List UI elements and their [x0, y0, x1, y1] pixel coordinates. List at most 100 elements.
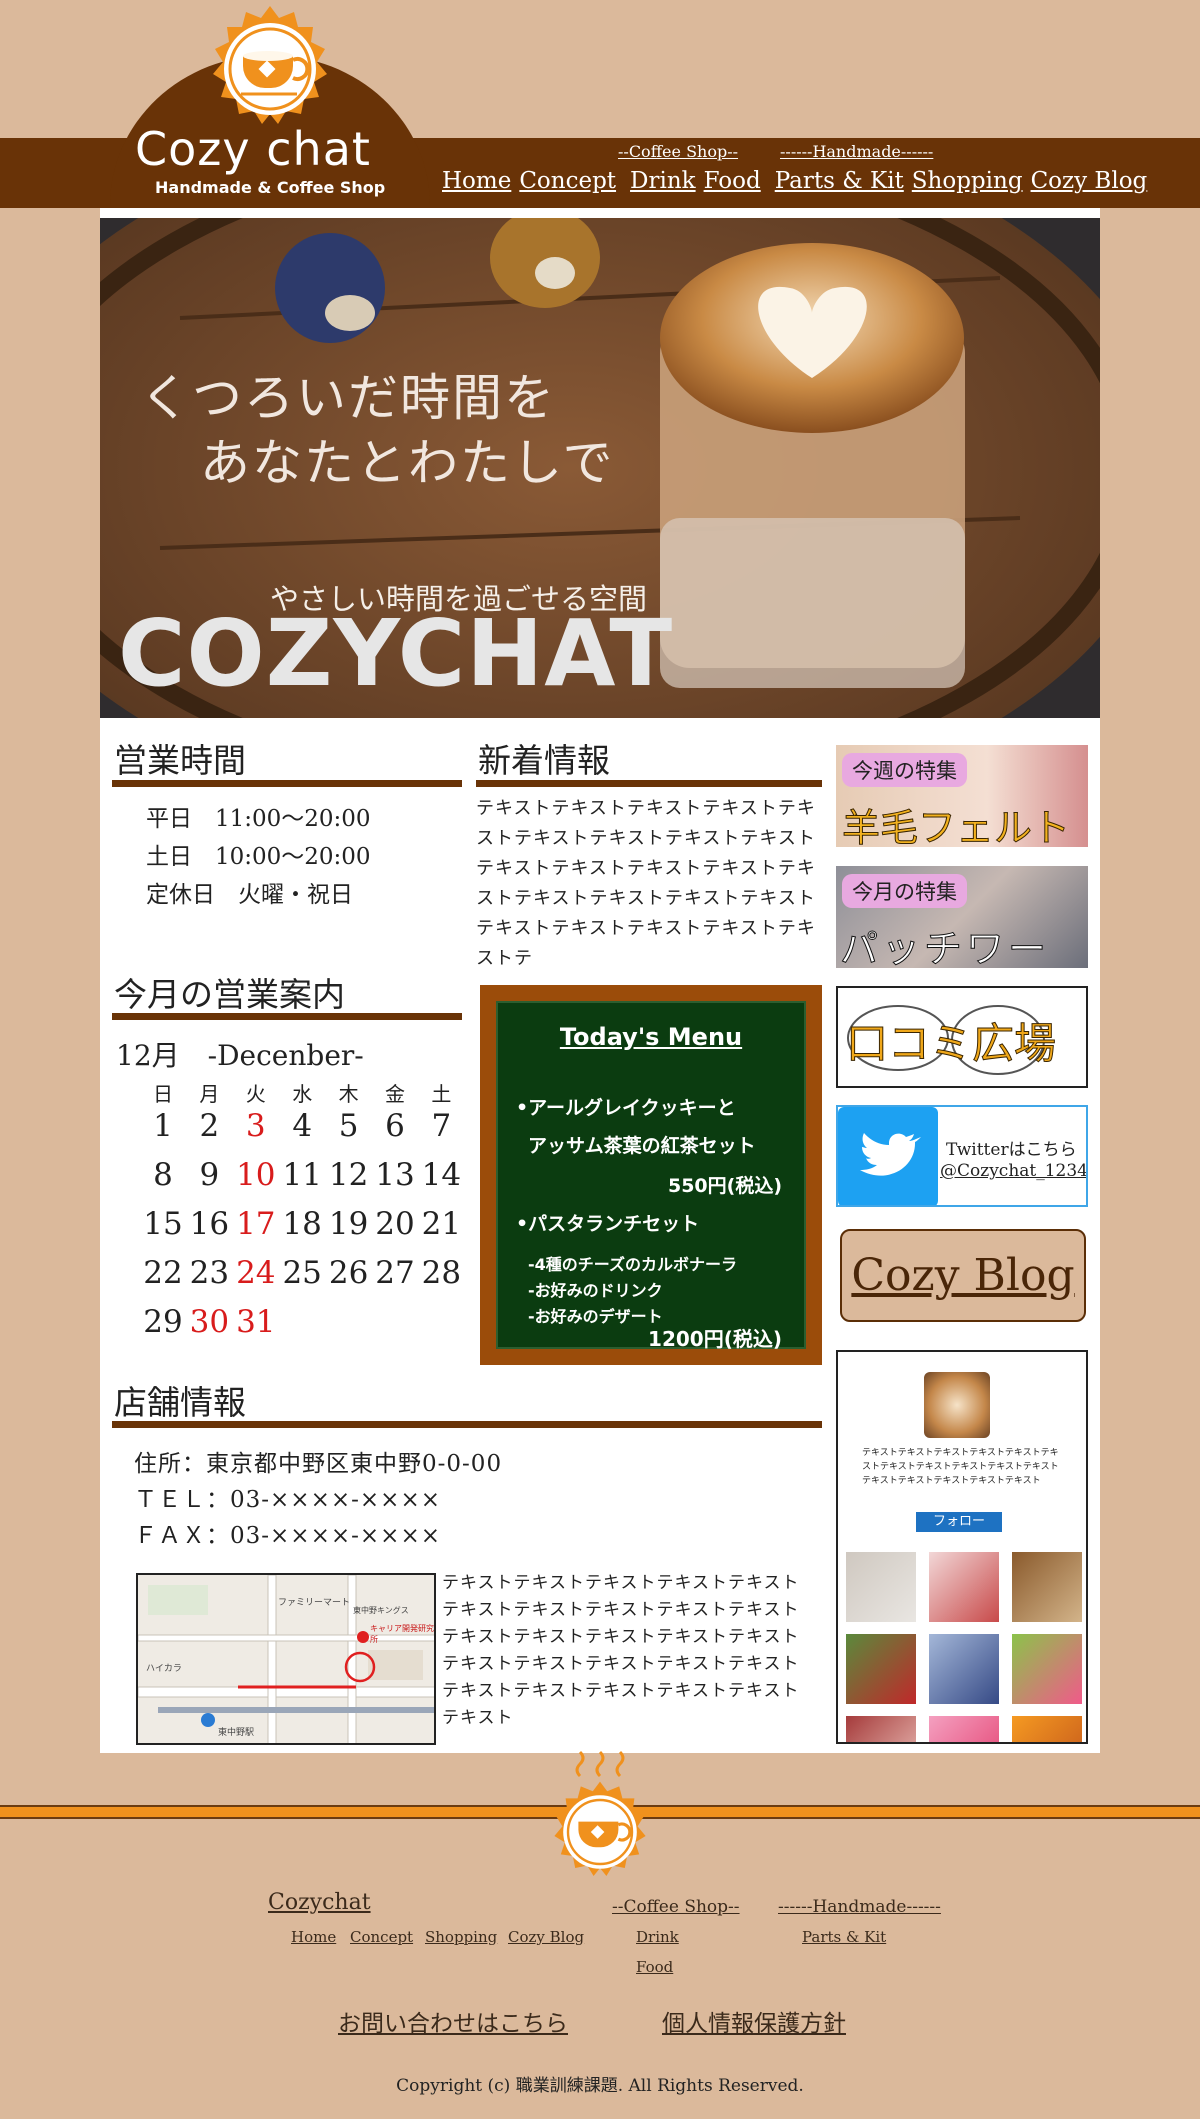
weekly-tag: 今週の特集 — [842, 753, 967, 787]
insta-photo[interactable] — [1012, 1552, 1082, 1622]
calendar-day: 4 — [292, 1108, 313, 1144]
calendar-day: 17 — [236, 1206, 276, 1242]
calendar-day: 16 — [189, 1206, 230, 1242]
calendar-day: 28 — [421, 1255, 462, 1291]
insta-photo[interactable] — [929, 1634, 999, 1704]
contact-link[interactable]: お問い合わせはこちら — [338, 2004, 568, 2038]
calendar-day: 5 — [338, 1108, 359, 1144]
footer-link-home[interactable]: Home — [291, 1928, 336, 1946]
menu-sub-3: -お好みのデザート — [528, 1307, 663, 1326]
insta-text: テキストテキストテキストテキストテキストテキストテキストテキストテキストテキスト… — [862, 1448, 1059, 1486]
hero-banner: くつろいだ時間を あなたとわたしで やさしい時間を過ごせる空間 COZYCHAT — [100, 218, 1100, 718]
instagram-widget: テキストテキストテキストテキストテキストテキストテキストテキストテキストテキスト… — [836, 1350, 1088, 1744]
nav-concept[interactable]: Concept — [519, 168, 616, 194]
shop-info: 住所：東京都中野区東中野0-0-00 ＴＥＬ：03-××××-×××× ＦＡＸ：… — [134, 1446, 502, 1554]
calendar-day: 7 — [431, 1108, 452, 1144]
profile-image — [924, 1372, 990, 1438]
calendar-day: 22 — [143, 1255, 183, 1291]
hours-list: 平日 11:00〜20:00 土日 10:00〜20:00 定休日 火曜・祝日 — [146, 800, 371, 914]
menu-item-1a: •アールグレイクッキーと — [516, 1097, 736, 1119]
nav-handmade-group-label: ------Handmade------ — [780, 142, 934, 161]
feature-banner-weekly[interactable]: 今週の特集 羊毛フェルト — [836, 745, 1088, 847]
calendar-day: 20 — [375, 1206, 415, 1242]
insta-photo[interactable] — [846, 1634, 916, 1704]
calendar-day: 21 — [421, 1206, 462, 1242]
map-label-1: 東中野駅 — [218, 1728, 255, 1738]
menu-title: Today's Menu — [559, 1023, 743, 1051]
nav-home[interactable]: Home — [442, 168, 511, 194]
monthly-tag: 今月の特集 — [842, 874, 967, 908]
logo-title[interactable]: Cozy chat — [135, 122, 371, 176]
footer-link-shopping[interactable]: Shopping — [425, 1928, 497, 1946]
menu-price-1: 550円(税込) — [667, 1175, 782, 1197]
shop-tel: ＴＥＬ：03-××××-×××× — [134, 1487, 441, 1513]
footer-link-parts-kit[interactable]: Parts & Kit — [802, 1928, 886, 1946]
calendar-day: 14 — [421, 1157, 462, 1193]
insta-photo[interactable] — [846, 1716, 916, 1742]
insta-photo[interactable] — [1012, 1716, 1082, 1742]
menu-price-2: 1200円(税込) — [648, 1327, 782, 1351]
insta-grid — [846, 1552, 1082, 1742]
feature-banner-monthly[interactable]: 今月の特集 パッチワーク — [836, 866, 1088, 968]
footer-brand[interactable]: Cozychat — [268, 1890, 371, 1915]
calendar-weekday: 土 — [431, 1082, 452, 1106]
twitter-handle[interactable]: @Cozychat_1234 — [940, 1161, 1086, 1181]
nav-parts-kit[interactable]: Parts & Kit — [775, 168, 904, 194]
calendar-weekday: 金 — [385, 1082, 405, 1106]
footer-link-drink[interactable]: Drink — [636, 1928, 679, 1946]
shop-title: 店舗情報 — [114, 1383, 246, 1422]
nav-cozy-blog[interactable]: Cozy Blog — [1031, 168, 1148, 194]
copyright: Copyright (c) 職業訓練課題. All Rights Reserve… — [396, 2076, 804, 2096]
calendar-day: 19 — [328, 1206, 369, 1242]
footer-coffee-heading: --Coffee Shop-- — [612, 1897, 740, 1917]
privacy-link[interactable]: 個人情報保護方針 — [662, 2004, 846, 2038]
footer-link-concept[interactable]: Concept — [350, 1928, 413, 1946]
calendar-day: 29 — [143, 1304, 183, 1340]
hero-headline-1: くつろいだ時間を — [140, 369, 556, 427]
insta-photo[interactable] — [846, 1552, 916, 1622]
news-divider — [476, 780, 822, 787]
insta-photo[interactable] — [929, 1716, 999, 1742]
nav-shopping[interactable]: Shopping — [912, 168, 1023, 194]
hero-headline-2: あなたとわたしで — [200, 434, 615, 492]
cozy-blog-button[interactable]: Cozy Blog — [840, 1229, 1086, 1322]
hours-closed: 定休日 火曜・祝日 — [146, 882, 353, 908]
menu-board: Today's Menu •アールグレイクッキーと アッサム茶葉の紅茶セット 5… — [480, 985, 822, 1365]
calendar-day: 26 — [328, 1255, 369, 1291]
footer-cup-logo-icon[interactable] — [548, 1780, 652, 1884]
hours-weekend: 土日 10:00〜20:00 — [146, 844, 371, 870]
calendar-day: 30 — [189, 1304, 230, 1340]
shop-fax: ＦＡＸ：03-××××-×××× — [134, 1523, 441, 1549]
calendar-day: 9 — [199, 1157, 220, 1193]
insta-photo[interactable] — [929, 1552, 999, 1622]
calendar-day: 31 — [236, 1304, 276, 1340]
map-label-2: ファミリーマート — [278, 1598, 351, 1608]
twitter-banner[interactable]: Twitterはこちら @Cozychat_1234 — [836, 1105, 1088, 1207]
calendar-day: 10 — [236, 1157, 276, 1193]
hours-weekday: 平日 11:00〜20:00 — [146, 806, 371, 832]
calendar-weekday: 火 — [245, 1082, 266, 1106]
menu-sub-1: -4種のチーズのカルボナーラ — [528, 1255, 737, 1274]
hero-brand: COZYCHAT — [118, 600, 674, 707]
footer-link-cozy-blog[interactable]: Cozy Blog — [508, 1928, 584, 1946]
calendar-divider — [112, 1013, 462, 1020]
insta-photo[interactable] — [1012, 1634, 1082, 1704]
calendar-title: 今月の営業案内 — [114, 975, 345, 1014]
calendar-weekday: 木 — [338, 1082, 359, 1106]
footer-handmade-heading: ------Handmade------ — [778, 1897, 941, 1917]
nav-coffee-group-label: --Coffee Shop-- — [618, 142, 739, 161]
news-title: 新着情報 — [478, 741, 610, 780]
steam-icon — [575, 1750, 625, 1778]
calendar-day: 3 — [245, 1108, 266, 1144]
nav-drink[interactable]: Drink — [630, 168, 696, 194]
news-text: テキストテキストテキストテキストテキストテキストテキストテキストテキストテキスト… — [476, 798, 816, 969]
follow-button[interactable]: フォロー — [916, 1512, 1002, 1532]
cup-logo-icon[interactable] — [205, 4, 335, 134]
reviews-banner[interactable]: 口コミ広場 — [836, 986, 1088, 1088]
footer-link-food[interactable]: Food — [636, 1958, 673, 1976]
nav-food[interactable]: Food — [704, 168, 761, 194]
page: Cozy chat Handmade & Coffee Shop --Coffe… — [0, 0, 1200, 2119]
calendar-day: 18 — [282, 1206, 322, 1242]
shop-address: 住所：東京都中野区東中野0-0-00 — [134, 1451, 503, 1477]
shop-map[interactable]: ハイカラ 東中野駅 ファミリーマート 東中野キングス キャリア開発研究所 — [136, 1573, 436, 1745]
